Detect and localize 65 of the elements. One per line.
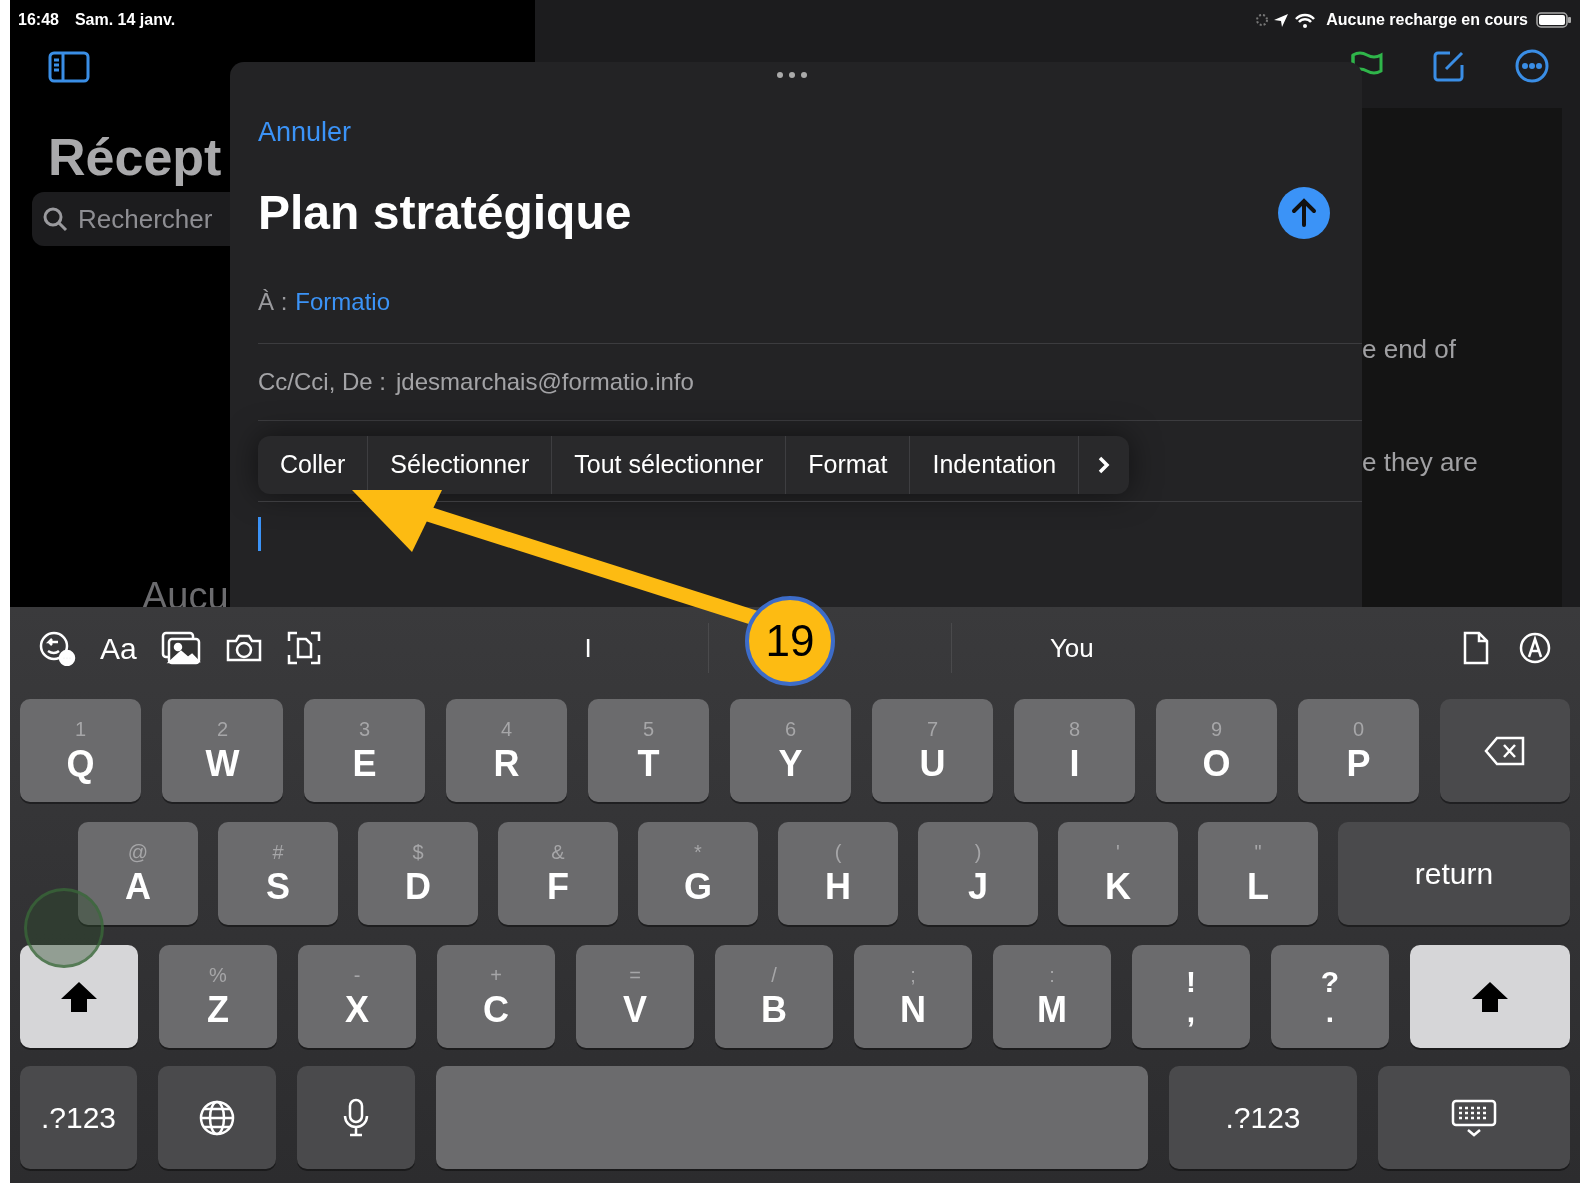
key-secondary-character: 1 <box>74 717 87 740</box>
key-letter: M <box>1037 989 1067 1030</box>
key-secondary-character: 5 <box>642 717 655 740</box>
key-secondary-character: * <box>694 840 702 863</box>
key-letter: B <box>761 989 787 1030</box>
key-secondary-character: ! <box>1186 966 1196 997</box>
key-secondary-character: # <box>272 840 284 863</box>
key-letter: A <box>125 866 151 907</box>
key-secondary-character: & <box>551 840 565 863</box>
key-letter: F <box>547 866 569 907</box>
key-letter: V <box>623 989 647 1030</box>
key-secondary-character: ) <box>974 840 982 863</box>
key-secondary-character: ; <box>910 963 916 986</box>
key-letter: X <box>345 989 369 1030</box>
key-secondary-character: = <box>629 963 641 986</box>
key-letter: K <box>1105 866 1131 907</box>
key-letter: D <box>405 866 431 907</box>
key-letter: G <box>684 866 712 907</box>
key-letter: C <box>483 989 509 1030</box>
key-secondary-character: 3 <box>358 717 371 740</box>
key-secondary-character: % <box>209 963 227 986</box>
key-secondary-character: 9 <box>1210 717 1223 740</box>
key-secondary-character: - <box>353 963 361 986</box>
mailbox-title: Récept <box>48 127 222 188</box>
key-character: . <box>1325 996 1335 1027</box>
key-secondary-character: ' <box>1116 840 1120 863</box>
key-secondary-character: ( <box>834 840 842 863</box>
key-letter: I <box>1069 743 1080 784</box>
key-letter: Q <box>66 743 95 784</box>
cc-from-label: Cc/Cci, De : <box>258 366 386 397</box>
key-letter: L <box>1247 866 1269 907</box>
status-date: Sam. 14 janv. <box>74 10 176 30</box>
key-secondary-character: 4 <box>500 717 513 740</box>
key-secondary-character: $ <box>412 840 424 863</box>
key-secondary-character: ? <box>1320 966 1340 997</box>
key-character: , <box>1186 996 1196 1027</box>
key-secondary-character: @ <box>127 840 149 863</box>
key-letter: S <box>266 866 290 907</box>
to-label: À : <box>258 286 288 317</box>
key-letter: Z <box>207 989 229 1030</box>
key-letter: R <box>493 743 520 784</box>
key-letter: U <box>919 743 946 784</box>
key-letter: W <box>205 743 240 784</box>
key-letter: J <box>968 866 988 907</box>
key-secondary-character: 6 <box>784 717 797 740</box>
key-letter: N <box>900 989 926 1030</box>
key-letter: P <box>1346 743 1371 784</box>
key-secondary-character: : <box>1049 963 1055 986</box>
subject-title: Plan stratégique <box>258 184 632 241</box>
key-secondary-character: / <box>771 963 777 986</box>
key-letter: E <box>352 743 377 784</box>
message-text: e they are <box>1362 446 1479 479</box>
key-secondary-character: 0 <box>1352 717 1365 740</box>
status-time: 16:48 <box>18 10 59 30</box>
key-letter: Y <box>778 743 803 784</box>
key-secondary-character: 7 <box>926 717 939 740</box>
key-secondary-character: " <box>1254 840 1262 863</box>
key-letter: H <box>825 866 851 907</box>
battery-status-text: Aucune recharge en cours <box>1326 10 1528 30</box>
message-text: e end of <box>1362 333 1457 366</box>
key-secondary-character: 2 <box>216 717 229 740</box>
key-letter: T <box>637 743 660 784</box>
key-letter: O <box>1202 743 1231 784</box>
key-secondary-character: + <box>490 963 502 986</box>
key-secondary-character: 8 <box>1068 717 1081 740</box>
